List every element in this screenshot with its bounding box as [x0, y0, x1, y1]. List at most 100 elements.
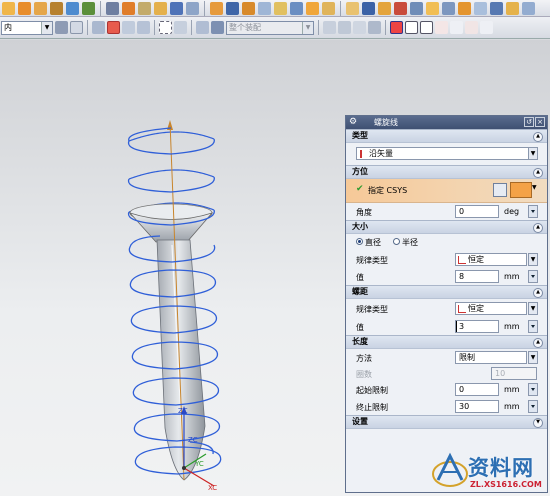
chamfer-icon[interactable] — [274, 1, 287, 15]
pointer-icon[interactable] — [2, 1, 15, 15]
pattern-icon[interactable] — [426, 1, 439, 15]
hole-icon[interactable] — [106, 1, 119, 15]
pitch-law-row: 规律类型 恒定 ▼ — [346, 299, 547, 318]
datum-axis-icon[interactable] — [362, 1, 375, 15]
offset-face-icon[interactable] — [474, 1, 487, 15]
pitch-value-input[interactable]: 3 — [455, 320, 499, 333]
constraint-icon[interactable] — [338, 21, 351, 34]
groove-icon[interactable] — [186, 1, 199, 15]
extrude-icon[interactable] — [34, 1, 47, 15]
point-icon[interactable] — [394, 1, 407, 15]
csys-inferred-icon[interactable] — [510, 182, 532, 198]
select-all-icon[interactable] — [70, 21, 83, 34]
chevron-down-icon[interactable]: ▼ — [302, 21, 313, 34]
draft-icon[interactable] — [458, 1, 471, 15]
type-select[interactable]: 沿矢量 — [356, 147, 538, 160]
radius-radio[interactable] — [393, 238, 400, 245]
midpoint-icon[interactable] — [137, 21, 150, 34]
sweep-icon[interactable] — [66, 1, 79, 15]
start-unit-dropdown[interactable] — [528, 383, 538, 396]
helix-screw-model[interactable]: ZC ZC YC XC — [0, 40, 340, 496]
collapse-icon[interactable]: ▲ — [533, 168, 543, 178]
pitch-law-select[interactable]: 恒定 — [455, 302, 527, 315]
filter-icon[interactable] — [55, 21, 68, 34]
unite-icon[interactable] — [210, 1, 223, 15]
dimension-icon[interactable] — [323, 21, 336, 34]
curve-icon[interactable] — [435, 21, 448, 34]
shaded-view-icon[interactable] — [196, 21, 209, 34]
move-icon[interactable] — [353, 21, 366, 34]
scale-body-icon[interactable] — [490, 1, 503, 15]
orientation-section-header[interactable]: 方位 ▲ — [346, 165, 547, 179]
subtract-icon[interactable] — [226, 1, 239, 15]
patch-icon[interactable] — [522, 1, 535, 15]
size-value-input[interactable]: 8 — [455, 270, 499, 283]
boss-icon[interactable] — [122, 1, 135, 15]
sketch-icon[interactable] — [18, 1, 31, 15]
snap-point-icon[interactable] — [92, 21, 105, 34]
trim-body-icon[interactable] — [306, 1, 319, 15]
csys-dialog-icon[interactable] — [493, 183, 507, 197]
point-dialog-icon[interactable] — [107, 21, 120, 34]
intersect-icon[interactable] — [242, 1, 255, 15]
snap-grid-icon[interactable] — [390, 21, 403, 34]
shell-icon[interactable] — [290, 1, 303, 15]
box-select-icon[interactable] — [174, 21, 187, 34]
arc-icon[interactable] — [450, 21, 463, 34]
chevron-down-icon[interactable]: ▼ — [528, 253, 538, 266]
end-unit-dropdown[interactable] — [528, 400, 538, 413]
revolve-icon[interactable] — [50, 1, 63, 15]
start-limit-input[interactable]: 0 — [455, 383, 499, 396]
split-body-icon[interactable] — [322, 1, 335, 15]
datum-csys-icon[interactable] — [378, 1, 391, 15]
chevron-down-icon[interactable]: ▼ — [528, 147, 538, 160]
specify-csys-row[interactable]: ✔ 指定 CSYS ▼ — [346, 179, 547, 203]
length-method-select[interactable]: 限制 — [455, 351, 527, 364]
diagonal-line-icon[interactable] — [420, 21, 433, 34]
tube-icon[interactable] — [82, 1, 95, 15]
collapse-icon[interactable]: ▲ — [533, 288, 543, 298]
chevron-down-icon[interactable]: ▼ — [532, 184, 537, 191]
layer-select[interactable]: 内 ▼ — [1, 20, 53, 35]
angle-input[interactable]: 0 — [455, 205, 499, 218]
sew-icon[interactable] — [506, 1, 519, 15]
collapse-icon[interactable]: ▲ — [533, 338, 543, 348]
chevron-down-icon[interactable]: ▼ — [41, 21, 52, 34]
length-section-header[interactable]: 长度 ▲ — [346, 335, 547, 349]
size-unit-dropdown[interactable] — [528, 270, 538, 283]
pocket-icon[interactable] — [138, 1, 151, 15]
spline-icon[interactable] — [465, 21, 478, 34]
collapse-icon[interactable]: ▲ — [533, 132, 543, 142]
expand-icon[interactable]: ▼ — [533, 418, 543, 428]
thread-icon[interactable] — [442, 1, 455, 15]
rectangle-select-icon[interactable] — [159, 21, 172, 34]
settings-section-header[interactable]: 设置 ▼ — [346, 415, 547, 429]
assembly-filter-select[interactable]: 整个装配 ▼ — [226, 20, 314, 35]
wireframe-view-icon[interactable] — [211, 21, 224, 34]
datum-plane-icon[interactable] — [346, 1, 359, 15]
mirror-icon[interactable] — [410, 1, 423, 15]
toolbar-separator — [340, 0, 341, 16]
pad-icon[interactable] — [154, 1, 167, 15]
close-icon[interactable]: × — [535, 117, 545, 127]
slot-icon[interactable] — [170, 1, 183, 15]
collapse-icon[interactable]: ▲ — [533, 223, 543, 233]
size-law-select[interactable]: 恒定 — [455, 253, 527, 266]
pitch-unit-dropdown[interactable] — [528, 320, 538, 333]
circle-icon[interactable] — [480, 21, 493, 34]
diameter-radio[interactable] — [356, 238, 363, 245]
chevron-down-icon[interactable]: ▼ — [528, 351, 538, 364]
reset-icon[interactable]: ↺ — [524, 117, 534, 127]
arrow-icon[interactable] — [368, 21, 381, 34]
pitch-section-header[interactable]: 螺距 ▲ — [346, 285, 547, 299]
type-section-header[interactable]: 类型 ▲ — [346, 129, 547, 143]
gear-icon[interactable]: ⚙ — [349, 116, 357, 129]
line-icon[interactable] — [405, 21, 418, 34]
end-limit-input[interactable]: 30 — [455, 400, 499, 413]
edge-blend-icon[interactable] — [258, 1, 271, 15]
endpoint-icon[interactable] — [122, 21, 135, 34]
dialog-title-bar[interactable]: ⚙ 螺旋线 ↺ × — [346, 116, 547, 129]
size-section-header[interactable]: 大小 ▲ — [346, 220, 547, 234]
chevron-down-icon[interactable]: ▼ — [528, 302, 538, 315]
angle-unit-dropdown[interactable] — [528, 205, 538, 218]
